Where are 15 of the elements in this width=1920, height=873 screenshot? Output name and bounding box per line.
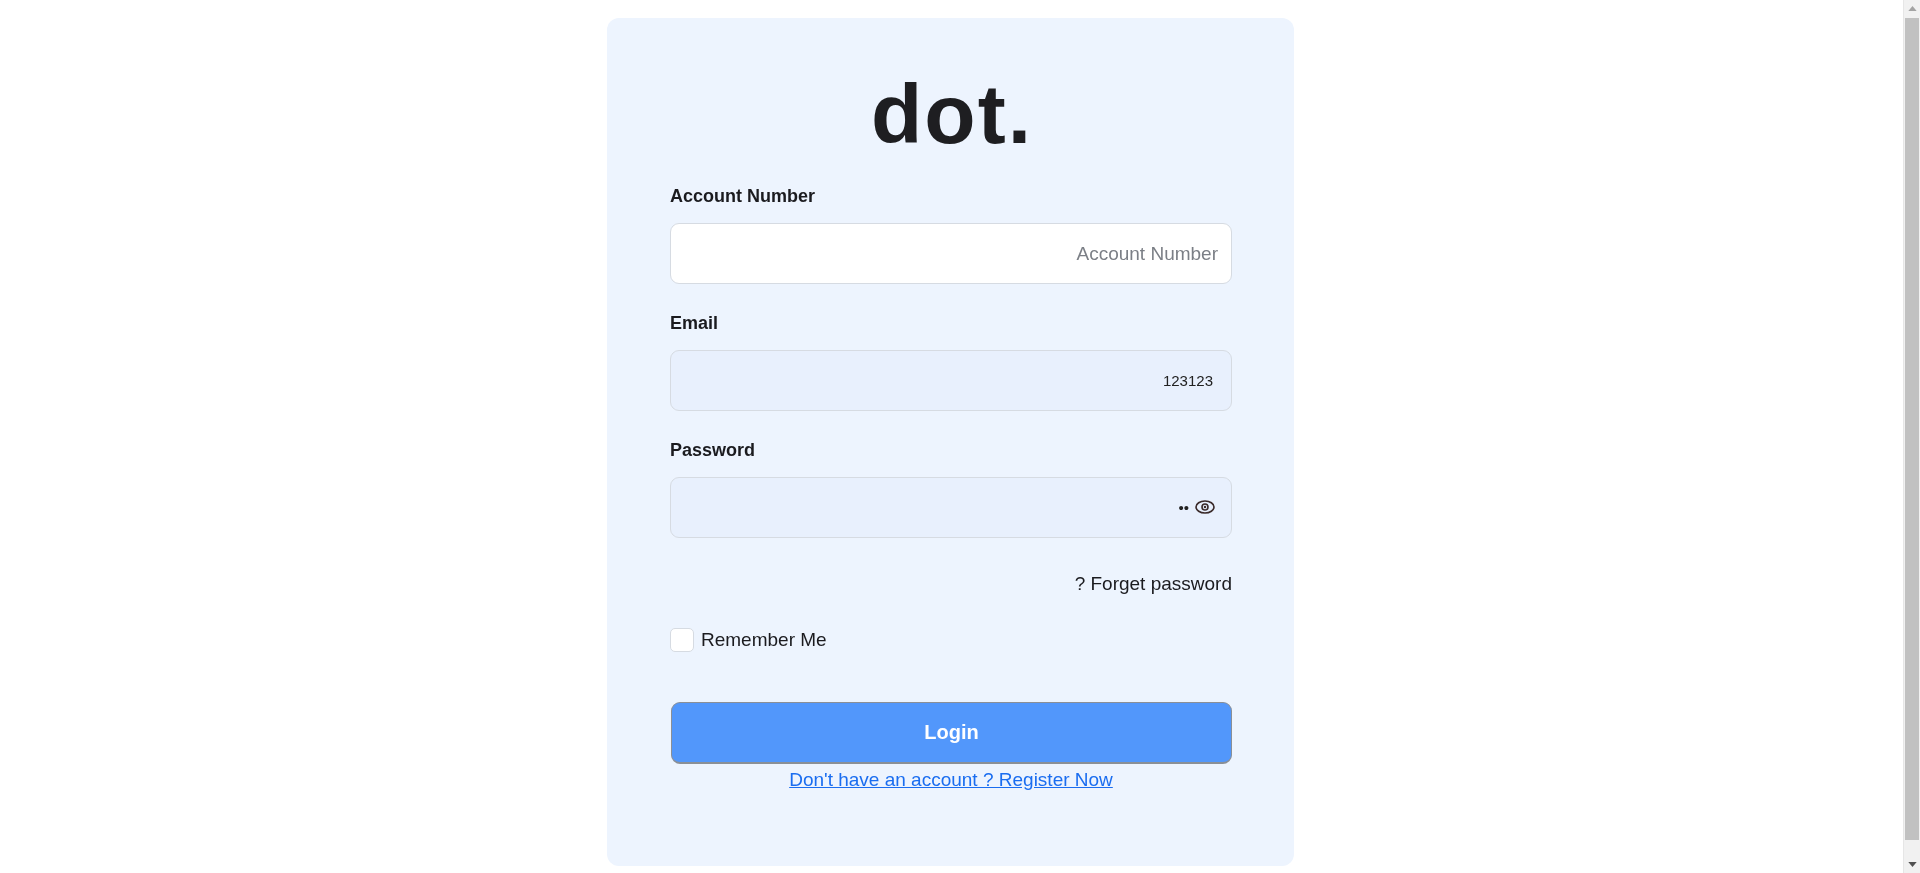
field-label: Email	[670, 313, 719, 334]
remember-label: Remember Me	[701, 629, 827, 651]
input-field[interactable]: 123123	[670, 350, 1232, 411]
logo: dot.	[870, 72, 1033, 156]
input-field[interactable]: Account Number	[670, 223, 1232, 284]
forgot-password-link[interactable]: ? Forget password	[1074, 573, 1232, 595]
scroll-up-icon[interactable]	[1907, 6, 1917, 11]
remember-checkbox[interactable]	[670, 628, 694, 652]
scrollbar-thumb[interactable]	[1905, 18, 1919, 840]
register-link[interactable]: Don't have an account ? Register Now	[789, 769, 1113, 791]
password-field[interactable]: ••	[670, 477, 1232, 538]
scroll-down-icon[interactable]	[1907, 862, 1917, 867]
field-label: Account Number	[670, 186, 815, 207]
eye-icon[interactable]	[1195, 500, 1215, 514]
field-label: Password	[670, 440, 756, 461]
